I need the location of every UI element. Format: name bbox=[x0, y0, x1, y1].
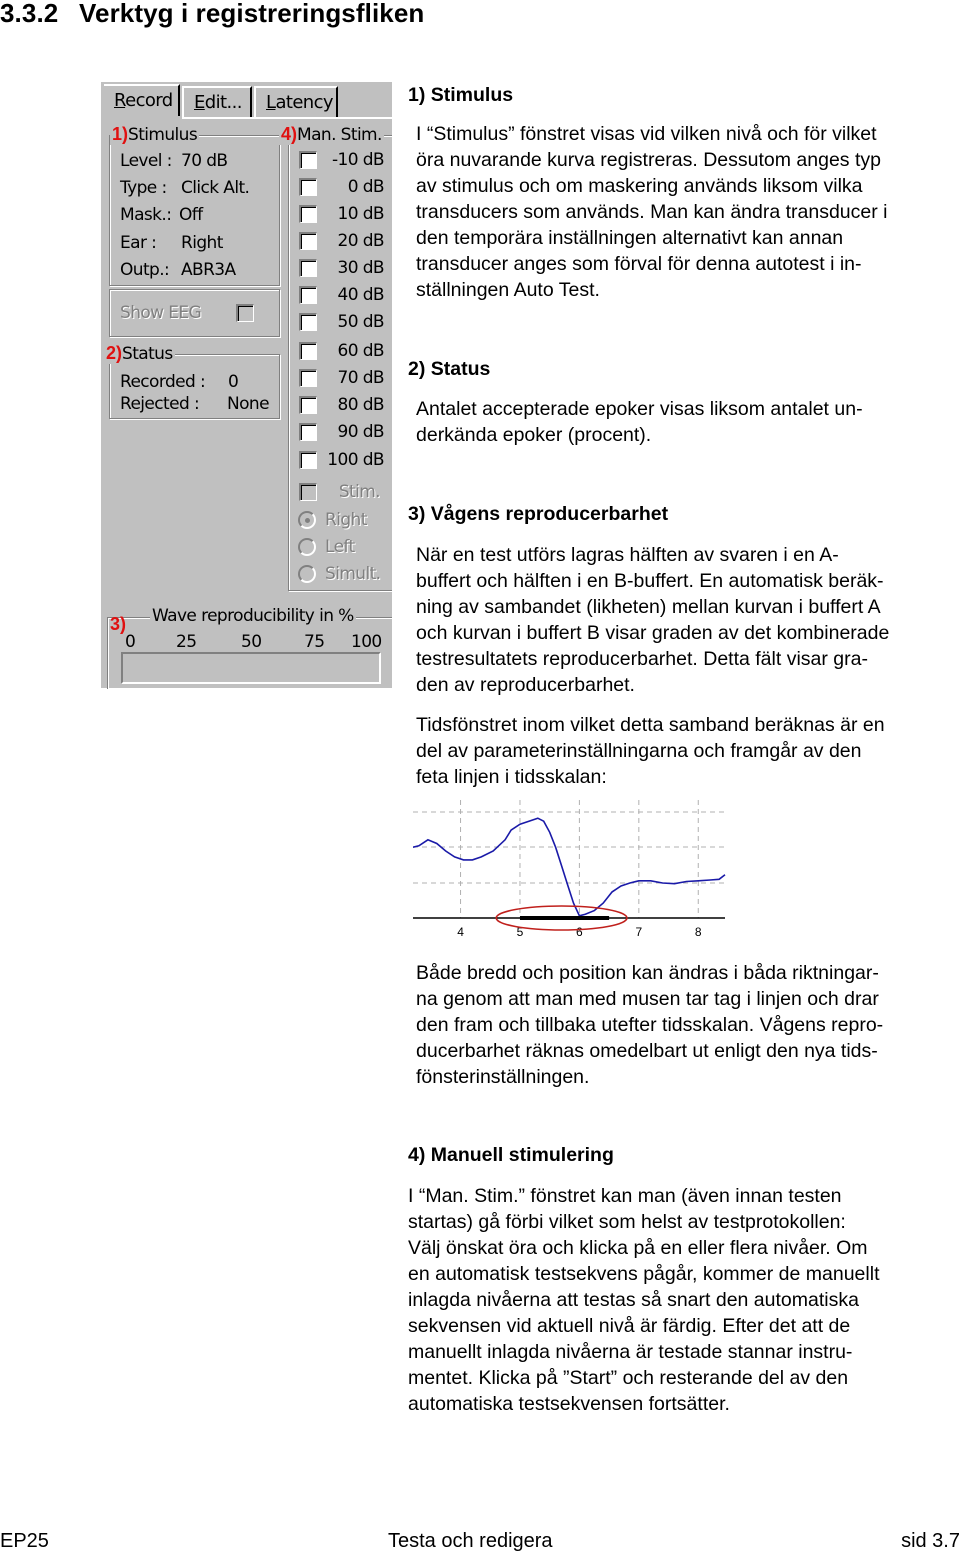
tab-latency[interactable]: Latency bbox=[254, 86, 338, 118]
level-checkbox[interactable] bbox=[299, 232, 317, 250]
show-eeg-checkbox[interactable] bbox=[236, 304, 254, 322]
show-eeg-group: Show EEG bbox=[109, 289, 280, 337]
stimulus-legend: 1)Stimulus bbox=[110, 124, 200, 145]
stimulus-group: 1)Stimulus Level :70 dB Type : Click Alt.… bbox=[109, 124, 280, 286]
level-checkbox[interactable] bbox=[299, 205, 317, 223]
callout-marker-4: 4) bbox=[281, 124, 298, 144]
para-stimulus: I “Stimulus” fönstret visas vid vilken n… bbox=[416, 123, 888, 301]
x-tick-label: 6 bbox=[576, 925, 583, 939]
heading-manual-stim: 4) Manuell stimulering bbox=[408, 1144, 614, 1166]
level-label: 70 dB bbox=[337, 368, 385, 388]
level-checkbox[interactable] bbox=[299, 451, 317, 469]
scale-tick-50: 50 bbox=[241, 632, 262, 652]
level-checkbox[interactable] bbox=[299, 313, 317, 331]
status-legend: 2)Status bbox=[104, 343, 175, 364]
section-heading: 3.3.2 Verktyg i registreringsfliken bbox=[0, 0, 424, 29]
status-title: Status bbox=[122, 344, 173, 364]
level-label: 60 dB bbox=[337, 341, 385, 361]
ear-radio-right[interactable] bbox=[298, 511, 316, 529]
status-group: 2)Status Recorded :0 Rejected : None bbox=[104, 343, 280, 419]
para-status: Antalet accepterade epoker visas liksom … bbox=[416, 398, 863, 446]
stimulus-ear: Ear : Right bbox=[120, 233, 223, 253]
reproducibility-title: Wave reproducibility in % bbox=[150, 606, 356, 626]
scale-tick-100: 100 bbox=[351, 632, 382, 652]
stimulus-output: Outp.: ABR3A bbox=[120, 260, 236, 280]
level-checkbox[interactable] bbox=[299, 396, 317, 414]
waveform-figure: 45678 bbox=[413, 800, 726, 939]
stimulus-level: Level :70 dB bbox=[120, 151, 228, 171]
reproducibility-progress-bar bbox=[121, 652, 381, 684]
level-label: 90 dB bbox=[337, 422, 385, 442]
scale-tick-25: 25 bbox=[176, 632, 197, 652]
stim-checkbox[interactable] bbox=[299, 483, 317, 501]
ear-radio-left[interactable] bbox=[298, 538, 316, 556]
x-tick-label: 8 bbox=[695, 925, 702, 939]
level-checkbox[interactable] bbox=[299, 369, 317, 387]
radio-selected-dot bbox=[305, 518, 310, 523]
level-label: 40 dB bbox=[337, 285, 385, 305]
para-manual-stim: I “Man. Stim.” fönstret kan man (även in… bbox=[408, 1185, 880, 1415]
level-checkbox[interactable] bbox=[299, 286, 317, 304]
level-label: 50 dB bbox=[337, 312, 385, 332]
tab-strip: Record Edit... Latency bbox=[101, 82, 392, 119]
heading-reproducibility: 3) Vågens reproducerbarhet bbox=[408, 503, 669, 525]
level-label: 30 dB bbox=[337, 258, 385, 278]
tab-divider bbox=[182, 117, 392, 119]
x-tick-label: 7 bbox=[635, 925, 642, 939]
ear-radio-simult[interactable] bbox=[298, 565, 316, 583]
heading-stimulus: 1) Stimulus bbox=[408, 84, 514, 106]
footer-chapter: Testa och redigera bbox=[388, 1530, 553, 1552]
ear-radio-right-label: Right bbox=[325, 510, 367, 530]
callout-marker-2: 2) bbox=[106, 343, 123, 363]
callout-marker-1: 1) bbox=[112, 124, 129, 144]
level-checkbox[interactable] bbox=[299, 342, 317, 360]
stimulus-title: Stimulus bbox=[128, 125, 198, 145]
level-label: -10 dB bbox=[331, 150, 385, 170]
level-label: 20 dB bbox=[337, 231, 385, 251]
man-stim-title: Man. Stim. bbox=[297, 125, 382, 145]
ear-radio-left-label: Left bbox=[325, 537, 355, 557]
level-checkbox[interactable] bbox=[299, 178, 317, 196]
stim-label: Stim. bbox=[338, 482, 381, 502]
status-recorded: Recorded :0 bbox=[120, 372, 239, 392]
status-rejected: Rejected : None bbox=[120, 394, 270, 414]
para-reproducibility-2: Tidsfönstret inom vilket detta samband b… bbox=[416, 714, 885, 788]
man-stim-group: 4)Man. Stim. -10 dB 0 dB 10 dB 20 dB 30 dB 40… bbox=[279, 124, 392, 591]
footer-product: EP25 bbox=[0, 1530, 49, 1552]
scale-tick-0: 0 bbox=[125, 632, 136, 652]
stimulus-type: Type : Click Alt. bbox=[120, 178, 250, 198]
level-label: 100 dB bbox=[327, 450, 384, 470]
level-checkbox[interactable] bbox=[299, 151, 317, 169]
heading-status: 2) Status bbox=[408, 358, 491, 380]
para-reproducibility-3: Både bredd och position kan ändras i båd… bbox=[416, 962, 884, 1088]
stimulus-mask: Mask.: Off bbox=[120, 205, 203, 225]
level-label: 80 dB bbox=[337, 395, 385, 415]
callout-marker-3: 3) bbox=[110, 614, 127, 634]
level-label: 0 dB bbox=[347, 177, 385, 197]
x-axis-ticks: 45678 bbox=[457, 925, 702, 939]
level-checkbox[interactable] bbox=[299, 423, 317, 441]
x-tick-label: 4 bbox=[457, 925, 464, 939]
section-title: Verktyg i registreringsfliken bbox=[79, 0, 425, 28]
record-tab-panel: Record Edit... Latency 1)Stimulus Level … bbox=[101, 82, 392, 689]
tab-record[interactable]: Record bbox=[104, 84, 180, 116]
ear-radio-simult-label: Simult. bbox=[325, 564, 381, 584]
scale-tick-75: 75 bbox=[304, 632, 325, 652]
waveform-line bbox=[413, 817, 726, 917]
footer-page: sid 3.7 bbox=[901, 1530, 960, 1552]
level-checkbox[interactable] bbox=[299, 259, 317, 277]
level-label: 10 dB bbox=[337, 204, 385, 224]
section-number: 3.3.2 bbox=[0, 0, 59, 28]
para-reproducibility-1: När en test utförs lagras hälften av sva… bbox=[416, 544, 890, 696]
tab-edit[interactable]: Edit... bbox=[182, 86, 252, 118]
show-eeg-label: Show EEG bbox=[120, 303, 202, 323]
man-stim-legend: 4)Man. Stim. bbox=[279, 124, 384, 145]
